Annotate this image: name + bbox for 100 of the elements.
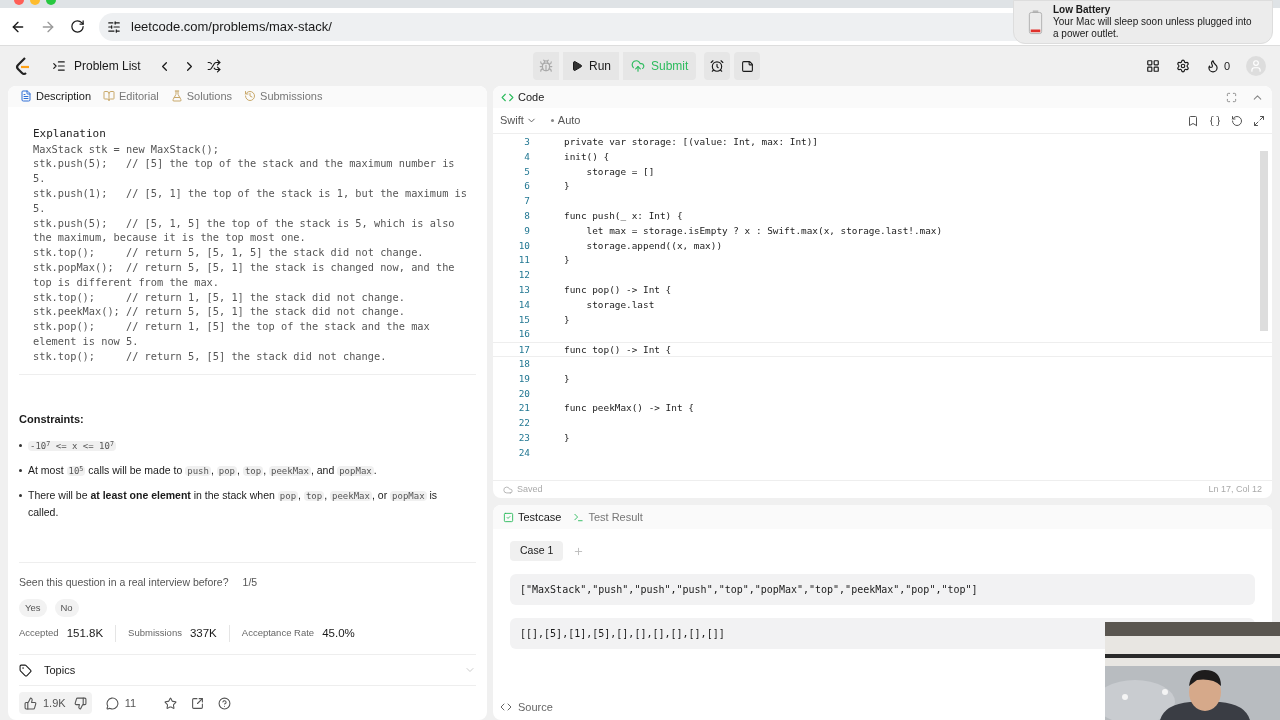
explanation-line: stk.push(1); // [5, 1] the top of the stack is 1, but the maximum is 5. — [33, 185, 468, 216]
help-icon[interactable] — [218, 696, 232, 710]
checkbox-icon — [503, 511, 514, 523]
bullet-icon — [19, 494, 22, 497]
line-number: 24 — [517, 445, 530, 460]
share-icon[interactable] — [191, 696, 205, 710]
line-number: 15 — [517, 312, 530, 327]
explanation-heading: Explanation — [33, 126, 107, 142]
terminal-icon — [573, 511, 585, 523]
note-button[interactable] — [734, 52, 761, 80]
line-number: 12 — [517, 268, 530, 283]
code-line: init() { — [564, 149, 610, 164]
code-line: } — [564, 371, 570, 386]
code-line: storage = [] — [585, 164, 655, 179]
explanation-line: stk.pop(); // return 1, [5] the top of the stack and the max element is now 5. — [33, 319, 431, 349]
line-number: 9 — [523, 223, 530, 238]
case-tab[interactable]: Case 1 — [510, 541, 564, 561]
explanation-line: stk.top(); // return 5, [5] the stack did not change. — [33, 348, 388, 364]
save-status: Saved — [503, 482, 543, 497]
user-icon — [1249, 59, 1263, 73]
explanation-line: MaxStack stk = new MaxStack(); — [33, 141, 220, 157]
code-line: storage.append((x, max)) — [585, 238, 723, 253]
answer-button[interactable]: Yes — [19, 598, 47, 617]
line-number: 7 — [523, 194, 530, 209]
fullscreen-icon[interactable] — [1226, 91, 1237, 103]
problem-list-button[interactable]: Problem List — [52, 57, 141, 75]
line-number: 13 — [517, 282, 530, 297]
comment-icon — [105, 696, 119, 710]
document-icon — [20, 90, 32, 103]
code-line: storage.last — [585, 297, 655, 312]
description-tab[interactable]: Editorial — [99, 88, 163, 105]
bullet-icon — [19, 469, 22, 472]
reset-icon[interactable] — [1231, 114, 1243, 127]
stat-label: Submissions — [128, 626, 182, 641]
cloud-upload-icon — [631, 59, 645, 73]
list-icon — [52, 59, 66, 73]
stat-value: 151.8K — [66, 625, 104, 641]
line-number: 5 — [523, 164, 530, 179]
code-icon — [500, 701, 512, 713]
language-dropdown[interactable]: Swift — [500, 112, 537, 129]
line-number: 6 — [523, 179, 530, 194]
grid-icon[interactable] — [1145, 59, 1160, 73]
topics-row[interactable]: Topics — [19, 655, 476, 685]
reload-icon[interactable] — [70, 19, 85, 34]
play-icon — [571, 60, 583, 72]
logo-icon[interactable] — [14, 56, 32, 76]
explanation-line: stk.push(5); // [5, 1, 5] the top of the stack is 5, which is also the maximum, because it is the top most one. — [33, 215, 456, 246]
line-number: 10 — [517, 238, 530, 253]
answer-button[interactable]: No — [54, 598, 79, 617]
code-line: private var storage: [(value: Int, max: Int)] — [564, 135, 818, 149]
code-line: } — [564, 312, 570, 327]
explanation-line: stk.popMax(); // return 5, [5, 1] the stack is changed now, and the top is different from the max. — [33, 259, 456, 290]
panel-title: Code — [518, 89, 545, 105]
test-tab[interactable]: Test Result — [573, 508, 643, 526]
scrollbar[interactable] — [1260, 151, 1268, 331]
explanation-line: stk.push(5); // [5] the top of the stack and the maximum number is 5. — [33, 156, 456, 186]
comments-button[interactable]: 11 — [105, 694, 137, 712]
constraint-text: There will be at least one element in the stack when pop , top , peekMax , or popMax is called. — [28, 488, 439, 520]
test-tab[interactable]: Testcase — [503, 508, 562, 526]
line-number: 14 — [517, 297, 530, 312]
flame-icon — [1205, 59, 1220, 73]
interview-question: Seen this question in a real interview before? — [19, 575, 229, 590]
note-icon — [740, 59, 754, 73]
code-line: } — [564, 179, 570, 194]
dislike-icon[interactable] — [73, 696, 87, 710]
mode-label[interactable]: Auto — [550, 112, 581, 129]
input-field[interactable]: ["MaxStack","push","push","push","top","popMax","top","peekMax","pop","top"] — [510, 574, 1255, 605]
notification[interactable]: Low Battery Your Mac will sleep soon unless plugged into a power outlet. — [1013, 0, 1273, 44]
cursor-position: Ln 17, Col 12 — [1208, 482, 1262, 496]
description-tab[interactable]: Submissions — [240, 88, 327, 105]
stat-label: Accepted — [19, 626, 59, 641]
constraints-heading: Constraints: — [19, 411, 85, 427]
like-button[interactable]: 1.9K — [24, 694, 66, 712]
shuffle-icon[interactable] — [206, 59, 221, 73]
code-line: func top() -> Int { — [564, 343, 672, 356]
description-tab[interactable]: Solutions — [166, 88, 237, 105]
settings-icon[interactable] — [1175, 59, 1190, 73]
line-number: 4 — [523, 149, 530, 164]
run-button[interactable]: Run — [563, 52, 619, 80]
line-number: 11 — [517, 253, 530, 268]
stat-label: Acceptance Rate — [241, 626, 315, 641]
star-icon[interactable] — [164, 696, 178, 710]
source-label[interactable]: Source — [518, 698, 553, 716]
line-number: 17 — [517, 343, 530, 356]
stat-value: 337K — [189, 625, 217, 641]
bookmark-icon[interactable] — [1187, 114, 1199, 127]
stat-value: 45.0% — [322, 625, 355, 641]
code-line: func push(_ x: Int) { — [564, 209, 683, 223]
cloud-icon — [503, 484, 513, 495]
bullet-icon — [19, 444, 22, 447]
code-line: func pop() -> Int { — [564, 282, 672, 297]
book-icon — [103, 90, 116, 103]
description-tab[interactable]: Description — [16, 88, 96, 105]
format-icon[interactable] — [1209, 114, 1221, 127]
thumbs-up-icon — [24, 696, 37, 710]
expand-icon[interactable] — [1253, 114, 1265, 127]
alarm-button[interactable] — [704, 52, 731, 80]
code-line: } — [564, 430, 570, 445]
notification-message: Your Mac will sleep soon unless plugged into a power outlet. — [1053, 16, 1253, 40]
streak-counter[interactable]: 0 — [1205, 57, 1230, 75]
